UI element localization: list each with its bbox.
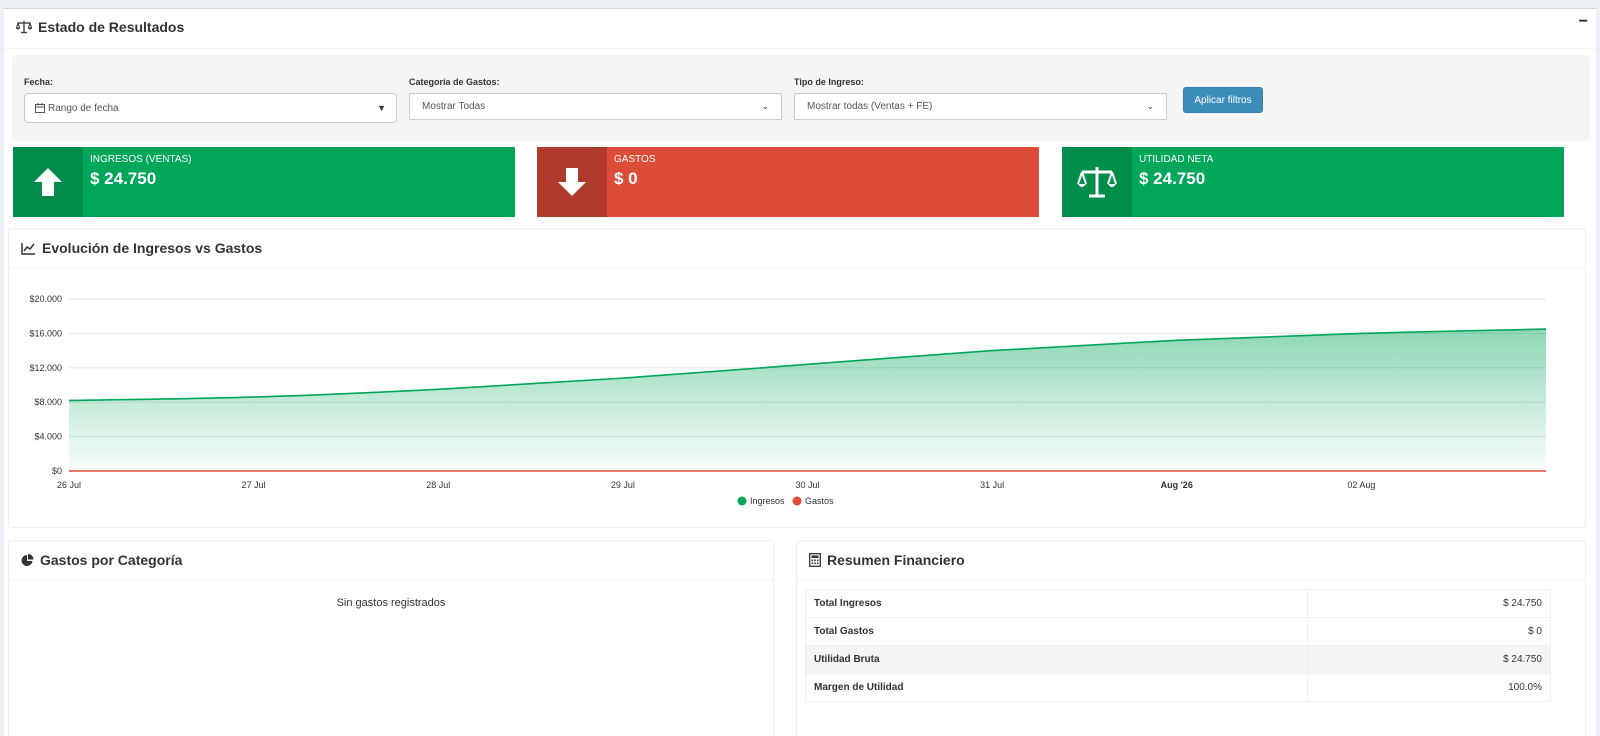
chart-panel: Evolución de Ingresos vs Gastos $0 $4.000… (8, 228, 1586, 528)
date-filter-label: Fecha: (24, 77, 54, 87)
legend-marker (792, 496, 802, 506)
expenses-by-category-panel: Gastos por Categoría Sin gastos registra… (8, 540, 774, 736)
no-expenses-message: Sin gastos registrados (336, 597, 446, 609)
summary-value: 100.0% (1307, 673, 1551, 702)
income-kpi-box: INGRESOS (VENTAS) $ 24.750 (13, 147, 515, 217)
expenses-kpi-value: $ 0 (614, 169, 638, 188)
series-area-ingresos (69, 329, 1546, 471)
calculator-icon (809, 553, 821, 567)
date-range-picker[interactable]: Rango de fecha ▼ (24, 93, 397, 123)
summary-value: $ 24.750 (1307, 589, 1551, 618)
x-tick-label: 28 Jul (426, 480, 450, 490)
y-tick-label: $8.000 (34, 397, 62, 407)
y-tick-label: $0 (52, 466, 62, 476)
expenses-kpi-label: GASTOS (614, 154, 656, 165)
income-expense-chart: $0 $4.000 $8.000 $12.000 $16.000 $20.000 26 Ju… (29, 294, 1547, 506)
legend-marker (737, 496, 747, 506)
arrow-up-icon (13, 147, 83, 217)
x-tick-label: 26 Jul (57, 480, 81, 490)
table-row: Margen de Utilidad 100.0% (805, 673, 1551, 702)
summary-panel-title-text: Resumen Financiero (827, 552, 965, 568)
chart-panel-title-text: Evolución de Ingresos vs Gastos (42, 240, 263, 256)
category-filter-label: Categoría de Gastos: (409, 77, 500, 87)
page-title-text: Estado de Resultados (38, 19, 185, 35)
income-type-select[interactable]: Mostrar todas (Ventas + FE) ⌄ (794, 93, 1167, 120)
x-tick-label: 02 Aug (1347, 480, 1375, 490)
income-type-filter-label: Tipo de Ingreso: (794, 77, 864, 87)
category-select-value: Mostrar Todas (422, 101, 486, 112)
category-select[interactable]: Mostrar Todas ⌄ (409, 93, 782, 120)
net-profit-kpi-label: UTILIDAD NETA (1139, 154, 1214, 165)
x-tick-label: 27 Jul (242, 480, 266, 490)
balance-scale-icon (1062, 147, 1132, 217)
x-tick-label: 31 Jul (980, 480, 1004, 490)
calendar-icon (35, 103, 45, 113)
financial-summary-table: Total Ingresos $ 24.750 Total Gastos $ 0… (805, 589, 1551, 702)
line-chart-icon (21, 242, 35, 255)
summary-label: Total Ingresos (805, 589, 1308, 618)
x-tick-label: 29 Jul (611, 480, 635, 490)
table-row: Total Ingresos $ 24.750 (805, 589, 1551, 618)
summary-panel-title: Resumen Financiero (809, 552, 965, 568)
expenses-kpi-box: GASTOS $ 0 (537, 147, 1039, 217)
income-kpi-value: $ 24.750 (90, 169, 157, 188)
summary-label: Total Gastos (805, 617, 1308, 646)
y-tick-label: $16.000 (29, 328, 62, 338)
income-type-select-value: Mostrar todas (Ventas + FE) (807, 101, 933, 112)
box-header: Estado de Resultados − (4, 9, 1596, 49)
collapse-button[interactable]: − (1579, 13, 1588, 31)
table-row: Total Gastos $ 0 (805, 617, 1551, 646)
date-range-value: Rango de fecha (48, 102, 119, 114)
chevron-down-icon: ⌄ (761, 101, 769, 111)
summary-value: $ 24.750 (1307, 645, 1551, 674)
summary-label: Margen de Utilidad (805, 673, 1308, 702)
balance-scale-icon (16, 21, 32, 34)
table-row: Utilidad Bruta $ 24.750 (805, 645, 1551, 674)
y-tick-label: $4.000 (34, 432, 62, 442)
caret-down-icon: ▼ (377, 103, 386, 113)
chart-panel-title: Evolución de Ingresos vs Gastos (21, 240, 262, 256)
y-tick-label: $12.000 (29, 363, 62, 373)
page-title: Estado de Resultados (16, 19, 184, 35)
legend-label: Ingresos (750, 496, 785, 506)
legend-label: Gastos (805, 496, 834, 506)
chart-panel-header: Evolución de Ingresos vs Gastos (9, 229, 1585, 269)
arrow-down-icon (537, 147, 607, 217)
x-tick-label: Aug '26 (1161, 480, 1193, 490)
income-kpi-label: INGRESOS (VENTAS) (90, 154, 192, 165)
chevron-down-icon: ⌄ (1146, 101, 1154, 111)
net-profit-kpi-box: UTILIDAD NETA $ 24.750 (1062, 147, 1564, 217)
expenses-panel-title-text: Gastos por Categoría (40, 552, 183, 568)
net-profit-kpi-value: $ 24.750 (1139, 169, 1206, 188)
expenses-panel-title: Gastos por Categoría (21, 552, 182, 568)
y-tick-label: $20.000 (29, 294, 62, 304)
summary-value: $ 0 (1307, 617, 1551, 646)
summary-panel-header: Resumen Financiero (797, 541, 1585, 581)
financial-summary-panel: Resumen Financiero Total Ingresos $ 24.7… (796, 540, 1586, 736)
expenses-panel-header: Gastos por Categoría (9, 541, 773, 581)
summary-label: Utilidad Bruta (805, 645, 1308, 674)
filter-panel: Fecha: Rango de fecha ▼ Categoría de Gas… (12, 55, 1590, 141)
pie-chart-icon (21, 553, 34, 566)
apply-filters-button[interactable]: Aplicar filtros (1183, 87, 1263, 113)
x-tick-label: 30 Jul (795, 480, 819, 490)
